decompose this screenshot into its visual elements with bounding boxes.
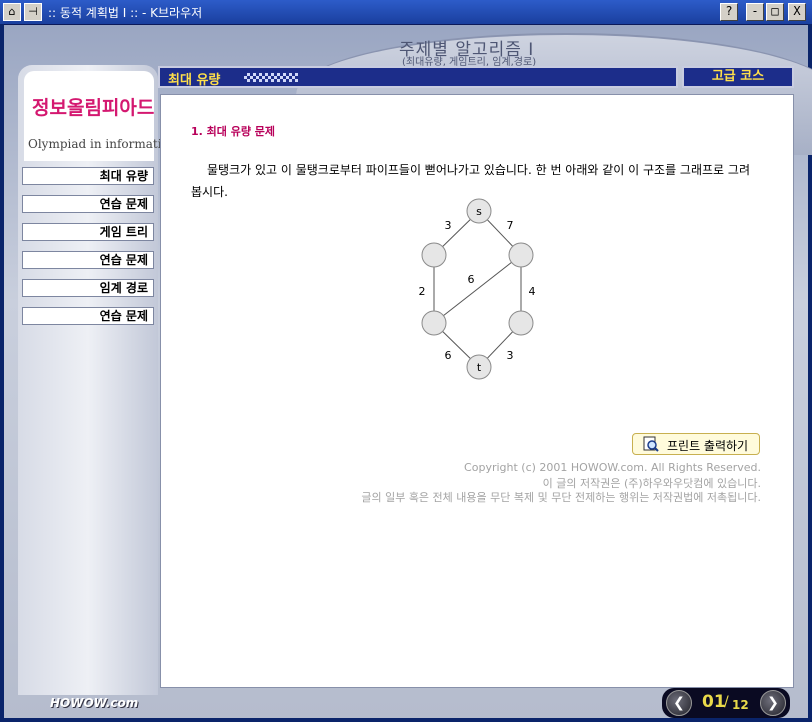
weight-b-c: 6 (468, 273, 475, 286)
window-title: :: 동적 계획법 I :: - K브라우저 (48, 6, 203, 20)
brand-logo: HOWOW.com (50, 696, 139, 710)
weight-b-d: 4 (529, 285, 536, 298)
content-panel: 1. 최대 유량 문제 물탱크가 있고 이 물탱크로부터 파이프들이 뻗어나가고… (160, 94, 794, 688)
weight-s-a: 3 (445, 219, 452, 232)
weight-a-c: 2 (419, 285, 426, 298)
sidebar-item-exercise-3[interactable]: 연습 문제 (22, 307, 154, 325)
weight-c-t: 6 (445, 349, 452, 362)
node-a (421, 242, 447, 268)
print-button-label: 프린트 출력하기 (667, 439, 749, 453)
chevron-left-icon: ❮ (673, 695, 685, 711)
print-button[interactable]: 프린트 출력하기 (632, 433, 760, 455)
close-button[interactable]: X (788, 3, 806, 21)
help-button[interactable]: ? (720, 3, 738, 21)
pin-icon[interactable]: ⊣ (24, 3, 42, 21)
sidebar-item-max-flow[interactable]: 최대 유량 (22, 167, 154, 185)
copyright-line-1: Copyright (c) 2001 HOWOW.com. All Rights… (464, 461, 761, 474)
node-b (508, 242, 534, 268)
sidebar-item-game-tree[interactable]: 게임 트리 (22, 223, 154, 241)
logo: 정보올림피아드 Olympiad in informatics (24, 71, 174, 161)
weight-s-b: 7 (507, 219, 514, 232)
sidebar: 정보올림피아드 Olympiad in informatics 최대 유량 연습… (18, 65, 174, 695)
section-title: 최대 유량 (168, 73, 221, 88)
edge-b-c (433, 254, 522, 324)
page-current: 01 (702, 692, 726, 712)
logo-korean: 정보올림피아드 (32, 97, 155, 119)
page-total: 12 (732, 698, 749, 712)
prev-page-button[interactable]: ❮ (666, 690, 692, 716)
sidebar-item-exercise-1[interactable]: 연습 문제 (22, 195, 154, 213)
node-s-label: s (476, 205, 482, 218)
node-d (508, 310, 534, 336)
sidebar-item-exercise-2[interactable]: 연습 문제 (22, 251, 154, 269)
weight-d-t: 3 (507, 349, 514, 362)
page-separator: / (724, 694, 729, 710)
chevron-right-icon: ❯ (767, 695, 779, 711)
checker-decoration (244, 73, 298, 82)
node-c (421, 310, 447, 336)
title-bar: ⌂ ⊣ :: 동적 계획법 I :: - K브라우저 ? - □ X (0, 0, 812, 24)
level-button[interactable]: 고급 코스 (682, 66, 794, 88)
logo-english: Olympiad in informatics (28, 137, 175, 151)
browser-icon[interactable]: ⌂ (3, 3, 21, 21)
problem-title: 1. 최대 유량 문제 (191, 125, 276, 138)
flow-graph-diagram: s t 3 7 6 2 4 6 3 (419, 198, 536, 380)
sidebar-item-critical-path[interactable]: 임계 경로 (22, 279, 154, 297)
magnifier-icon (643, 436, 659, 452)
node-t-label: t (477, 361, 482, 374)
next-page-button[interactable]: ❯ (760, 690, 786, 716)
maximize-button[interactable]: □ (766, 3, 784, 21)
page-body: 주제별 알고리즘 I (최대유량, 게임트리, 임계,경로) 정보올림피아드 O… (4, 25, 812, 718)
minimize-button[interactable]: - (746, 3, 764, 21)
section-header: 최대 유량 (158, 66, 678, 88)
copyright-line-3: 글의 일부 혹은 전체 내용을 무단 복제 및 무단 전제하는 행위는 저작권법… (361, 491, 761, 504)
page-navigator: ❮ 01 / 12 ❯ (662, 688, 790, 718)
